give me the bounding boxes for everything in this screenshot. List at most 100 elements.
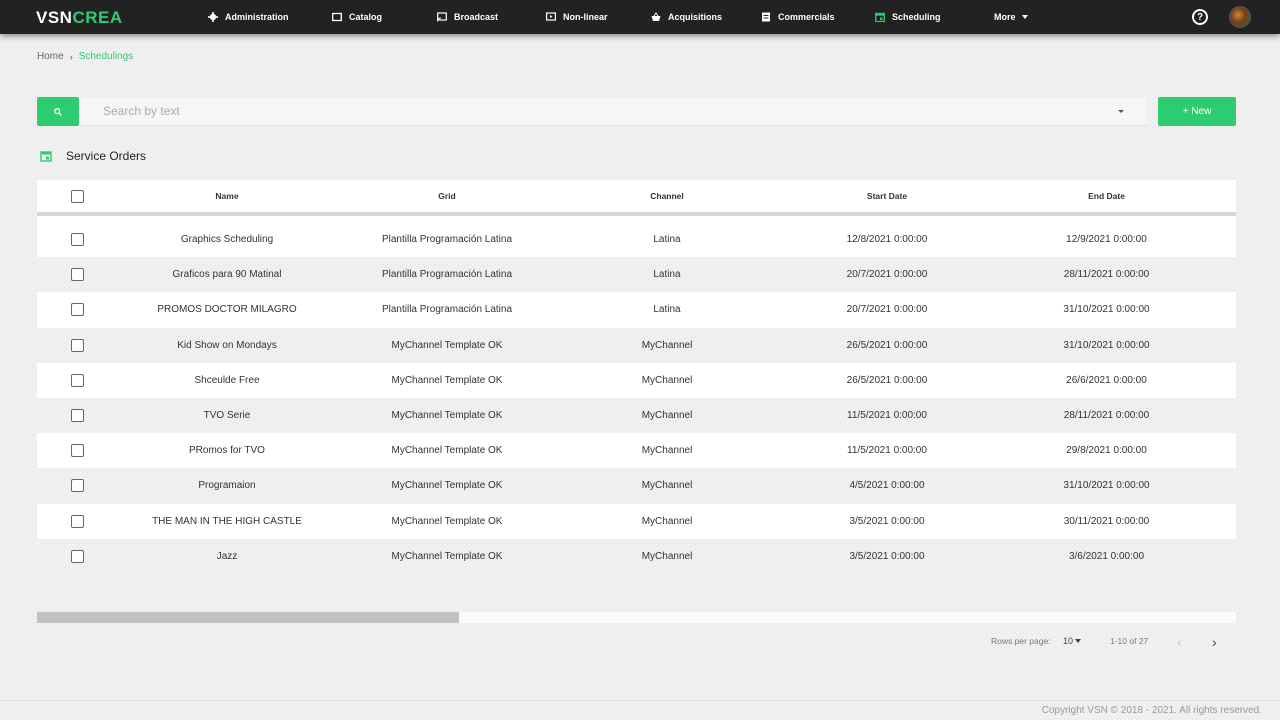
column-header-channel[interactable]: Channel bbox=[557, 191, 777, 201]
cell-end-date: 31/10/2021 0:00:00 bbox=[1063, 339, 1150, 351]
search-icon bbox=[54, 107, 62, 116]
row-checkbox-cell bbox=[37, 303, 117, 317]
rows-per-page-value: 10 bbox=[1063, 636, 1074, 646]
nav-item-more[interactable]: More bbox=[994, 0, 1028, 34]
cell-channel: MyChannel bbox=[641, 339, 693, 351]
chevron-down-icon bbox=[1075, 639, 1082, 643]
nav-item-scheduling[interactable]: Scheduling bbox=[875, 0, 941, 34]
gear-icon bbox=[208, 12, 218, 22]
service-orders-table: Name Grid Channel Start Date End Date Gr… bbox=[37, 180, 1236, 574]
cell-grid: Plantilla Programación Latina bbox=[381, 234, 513, 246]
rows-per-page-select[interactable]: 10 bbox=[1063, 636, 1082, 646]
row-checkbox[interactable] bbox=[70, 303, 84, 317]
row-checkbox[interactable] bbox=[70, 549, 84, 563]
cell-name: Programaion bbox=[198, 480, 256, 492]
cell-name: PRomos for TVO bbox=[189, 445, 265, 457]
nav-label: Catalog bbox=[349, 12, 383, 22]
previous-page-button[interactable]: ‹ bbox=[1177, 634, 1182, 650]
cell-start-date: 20/7/2021 0:00:00 bbox=[846, 269, 928, 281]
nav-label: Commercials bbox=[778, 12, 835, 22]
help-icon[interactable]: ? bbox=[1192, 9, 1208, 25]
row-checkbox[interactable] bbox=[70, 514, 84, 528]
nav-item-administration[interactable]: Administration bbox=[208, 0, 289, 34]
table-row[interactable]: PROMOS DOCTOR MILAGRO Plantilla Programa… bbox=[37, 292, 1236, 328]
row-checkbox-cell bbox=[37, 338, 117, 352]
footer-copyright: Copyright VSN © 2018 - 2021. All rights … bbox=[1041, 705, 1262, 716]
cell-end-date: 26/6/2021 0:00:00 bbox=[1066, 374, 1147, 386]
cell-start-date: 11/5/2021 0:00:00 bbox=[847, 410, 927, 422]
table-row[interactable]: Graphics Scheduling Plantilla Programaci… bbox=[37, 222, 1236, 258]
calendar-icon bbox=[875, 12, 885, 22]
header-checkbox-cell bbox=[37, 189, 117, 203]
horizontal-scrollbar[interactable] bbox=[37, 612, 1236, 623]
row-checkbox-cell bbox=[37, 373, 117, 387]
row-checkbox[interactable] bbox=[70, 338, 84, 352]
row-checkbox-cell bbox=[37, 233, 117, 247]
table-row[interactable]: PRomos for TVO MyChannel Template OK MyC… bbox=[37, 433, 1236, 469]
cell-channel: MyChannel bbox=[641, 445, 693, 457]
column-header-name[interactable]: Name bbox=[117, 191, 337, 201]
folder-icon bbox=[332, 12, 342, 22]
row-checkbox[interactable] bbox=[70, 409, 84, 423]
cell-start-date: 12/8/2021 0:00:00 bbox=[846, 234, 928, 246]
basket-icon bbox=[651, 12, 661, 22]
cell-end-date: 28/11/2021 0:00:00 bbox=[1063, 410, 1150, 422]
cast-icon bbox=[437, 12, 447, 22]
top-navbar: VSNCREA Administration Catalog Broadcast… bbox=[0, 0, 1280, 34]
row-checkbox[interactable] bbox=[70, 479, 84, 493]
cell-name: PROMOS DOCTOR MILAGRO bbox=[157, 304, 297, 316]
row-checkbox[interactable] bbox=[70, 233, 84, 247]
cell-start-date: 3/5/2021 0:00:00 bbox=[849, 550, 925, 562]
nav-label: Scheduling bbox=[892, 12, 941, 22]
brand-logo-part2: CREA bbox=[72, 8, 123, 27]
table-row[interactable]: Jazz MyChannel Template OK MyChannel 3/5… bbox=[37, 539, 1236, 574]
search-input[interactable] bbox=[103, 104, 1103, 118]
table-row[interactable]: Shceulde Free MyChannel Template OK MyCh… bbox=[37, 362, 1236, 398]
new-button[interactable]: + New bbox=[1158, 97, 1236, 126]
select-all-checkbox[interactable] bbox=[70, 189, 84, 203]
cell-end-date: 30/11/2021 0:00:00 bbox=[1063, 515, 1150, 527]
table-row[interactable]: THE MAN IN THE HIGH CASTLE MyChannel Tem… bbox=[37, 503, 1236, 539]
search-dropdown-icon[interactable] bbox=[1118, 110, 1124, 113]
nav-item-commercials[interactable]: Commercials bbox=[761, 0, 835, 34]
avatar[interactable] bbox=[1229, 6, 1251, 28]
table-row[interactable]: TVO Serie MyChannel Template OK MyChanne… bbox=[37, 398, 1236, 433]
cell-start-date: 20/7/2021 0:00:00 bbox=[846, 304, 928, 316]
brand-logo-part1: VSN bbox=[36, 8, 73, 27]
table-row[interactable]: Programaion MyChannel Template OK MyChan… bbox=[37, 468, 1236, 503]
nav-item-catalog[interactable]: Catalog bbox=[332, 0, 382, 34]
cell-grid: MyChannel Template OK bbox=[391, 410, 503, 422]
row-checkbox-cell bbox=[37, 409, 117, 423]
search-button[interactable] bbox=[37, 97, 79, 126]
scrollbar-thumb[interactable] bbox=[37, 612, 459, 623]
row-checkbox[interactable] bbox=[70, 268, 84, 282]
row-checkbox[interactable] bbox=[70, 444, 84, 458]
column-header-end-date[interactable]: End Date bbox=[997, 191, 1216, 201]
next-page-button[interactable]: › bbox=[1212, 634, 1217, 650]
cell-grid: MyChannel Template OK bbox=[391, 515, 503, 527]
nav-item-broadcast[interactable]: Broadcast bbox=[437, 0, 498, 34]
breadcrumb-home[interactable]: Home bbox=[37, 51, 64, 62]
row-checkbox-cell bbox=[37, 444, 117, 458]
row-checkbox[interactable] bbox=[70, 373, 84, 387]
cell-grid: MyChannel Template OK bbox=[391, 480, 503, 492]
nav-label: Administration bbox=[225, 12, 289, 22]
cell-grid: MyChannel Template OK bbox=[391, 339, 503, 351]
table-row[interactable]: Kid Show on Mondays MyChannel Template O… bbox=[37, 328, 1236, 363]
column-header-grid[interactable]: Grid bbox=[337, 191, 557, 201]
cell-name: Graficos para 90 Matinal bbox=[172, 269, 282, 281]
nav-item-acquisitions[interactable]: Acquisitions bbox=[651, 0, 722, 34]
cell-channel: MyChannel bbox=[641, 550, 693, 562]
document-icon bbox=[761, 12, 771, 22]
table-row[interactable]: Graficos para 90 Matinal Plantilla Progr… bbox=[37, 257, 1236, 292]
cell-start-date: 26/5/2021 0:00:00 bbox=[846, 374, 928, 386]
rows-per-page-label: Rows per page: bbox=[991, 636, 1051, 646]
section-header: Service Orders bbox=[40, 149, 146, 163]
cell-grid: Plantilla Programación Latina bbox=[381, 304, 513, 316]
cell-channel: MyChannel bbox=[641, 480, 693, 492]
brand-logo[interactable]: VSNCREA bbox=[36, 8, 123, 28]
cell-start-date: 11/5/2021 0:00:00 bbox=[847, 445, 927, 457]
column-header-start-date[interactable]: Start Date bbox=[777, 191, 997, 201]
cell-channel: MyChannel bbox=[641, 515, 693, 527]
nav-item-non-linear[interactable]: Non-linear bbox=[546, 0, 608, 34]
